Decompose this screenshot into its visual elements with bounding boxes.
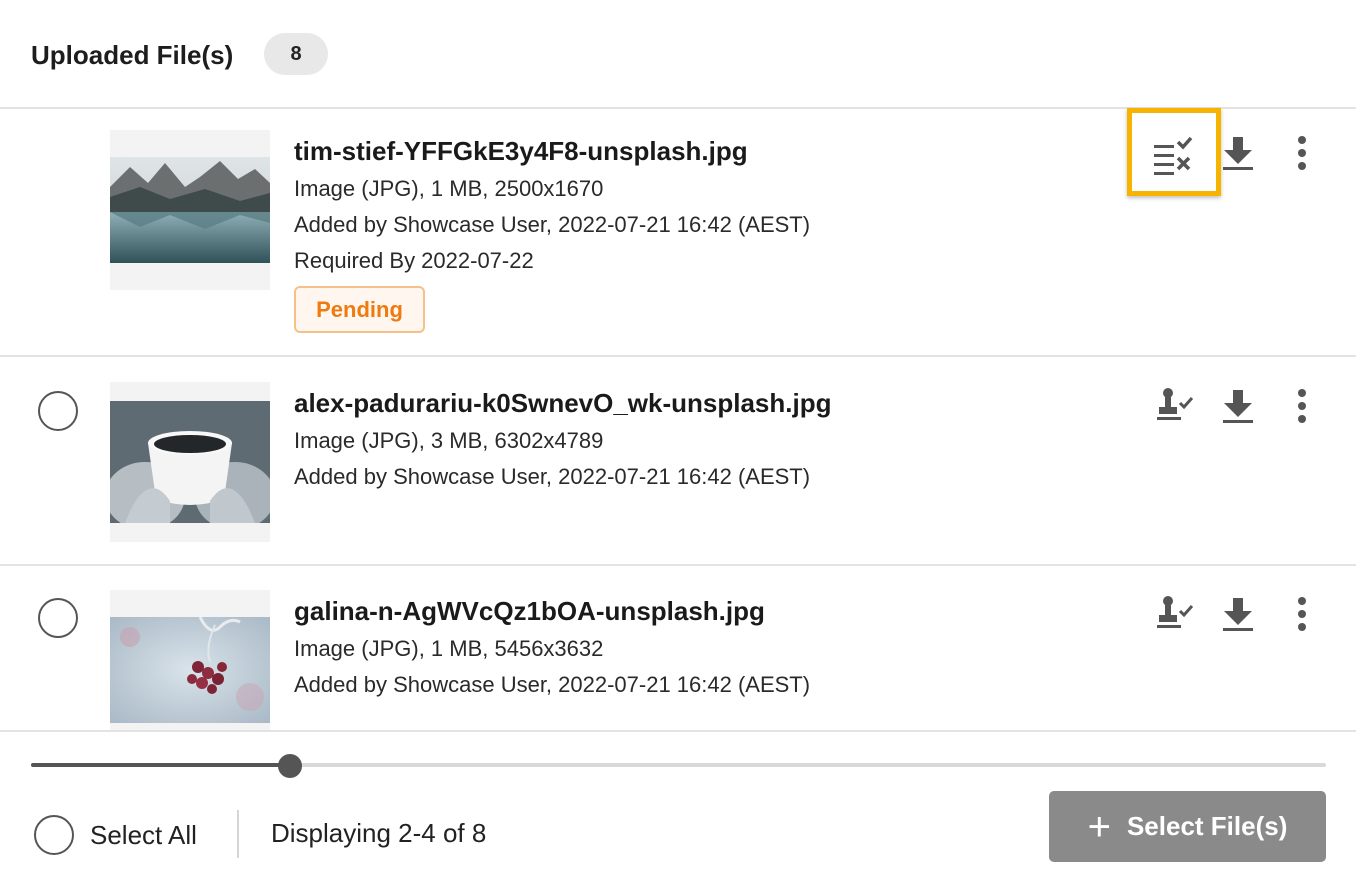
status-badge: Pending bbox=[294, 286, 425, 333]
page-title: Uploaded File(s) bbox=[31, 40, 234, 70]
approve-button[interactable] bbox=[1154, 384, 1198, 428]
select-files-label: Select File(s) bbox=[1126, 811, 1288, 841]
file-added-by: Added by Showcase User, 2022-07-21 16:42… bbox=[294, 464, 811, 489]
file-row: alex-padurariu-k0SwnevO_wk-unsplash.jpg … bbox=[0, 357, 1356, 564]
plus-icon: + bbox=[1087, 804, 1111, 849]
file-name[interactable]: galina-n-AgWVcQz1bOA-unsplash.jpg bbox=[294, 596, 765, 627]
download-icon bbox=[1223, 390, 1253, 423]
file-thumbnail-frozen-berries[interactable] bbox=[110, 590, 270, 730]
more-vertical-icon bbox=[1298, 389, 1306, 423]
approval-list-button[interactable] bbox=[1127, 108, 1221, 196]
file-row: galina-n-AgWVcQz1bOA-unsplash.jpg Image … bbox=[0, 566, 1356, 730]
pagination-info: Displaying 2-4 of 8 bbox=[271, 818, 487, 848]
approve-stamp-icon bbox=[1157, 596, 1194, 628]
more-vertical-icon bbox=[1298, 597, 1306, 631]
file-info: Image (JPG), 1 MB, 5456x3632 bbox=[294, 636, 604, 661]
download-button[interactable] bbox=[1216, 592, 1260, 636]
scroll-slider-track[interactable] bbox=[31, 763, 1326, 767]
select-all-radio[interactable] bbox=[34, 815, 74, 855]
file-info: Image (JPG), 3 MB, 6302x4789 bbox=[294, 428, 604, 453]
file-thumbnail-coffee-mug[interactable] bbox=[110, 382, 270, 542]
file-name[interactable]: alex-padurariu-k0SwnevO_wk-unsplash.jpg bbox=[294, 388, 831, 419]
file-select-radio[interactable] bbox=[38, 598, 78, 638]
file-info: Image (JPG), 1 MB, 2500x1670 bbox=[294, 176, 604, 201]
file-name[interactable]: tim-stief-YFFGkE3y4F8-unsplash.jpg bbox=[294, 136, 748, 167]
download-button[interactable] bbox=[1216, 131, 1260, 175]
select-all-label[interactable]: Select All bbox=[90, 820, 197, 851]
file-select-radio[interactable] bbox=[38, 391, 78, 431]
scroll-slider-thumb[interactable] bbox=[278, 754, 302, 778]
select-files-button[interactable]: + Select File(s) bbox=[1049, 791, 1326, 862]
file-thumbnail-mountain-lake[interactable] bbox=[110, 130, 270, 290]
uploaded-files-header: Uploaded File(s) 8 bbox=[0, 0, 1356, 108]
download-icon bbox=[1223, 137, 1253, 170]
divider bbox=[0, 730, 1356, 732]
file-added-by: Added by Showcase User, 2022-07-21 16:42… bbox=[294, 672, 811, 697]
more-vertical-icon bbox=[1298, 136, 1306, 170]
footer-divider bbox=[237, 810, 239, 858]
file-added-by: Added by Showcase User, 2022-07-21 16:42… bbox=[294, 212, 811, 237]
approve-stamp-icon bbox=[1157, 388, 1194, 420]
more-options-button[interactable] bbox=[1280, 592, 1324, 636]
scroll-slider-fill bbox=[31, 763, 290, 767]
more-options-button[interactable] bbox=[1280, 131, 1324, 175]
approval-list-icon bbox=[1154, 136, 1193, 175]
download-icon bbox=[1223, 598, 1253, 631]
approve-button[interactable] bbox=[1154, 592, 1198, 636]
file-count-badge: 8 bbox=[264, 33, 328, 75]
more-options-button[interactable] bbox=[1280, 384, 1324, 428]
download-button[interactable] bbox=[1216, 384, 1260, 428]
file-required-by: Required By 2022-07-22 bbox=[294, 248, 534, 273]
